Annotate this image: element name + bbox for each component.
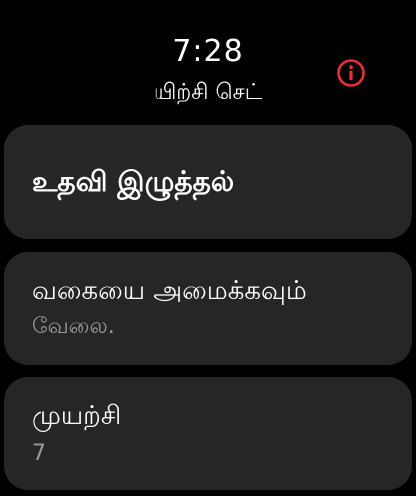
attempt-label: முயற்சி xyxy=(32,401,122,431)
help-pull-label: உதவி இழுத்தல் xyxy=(32,165,235,198)
page-title-text: யிற்சி செட் xyxy=(153,80,263,105)
set-type-value: வேலை. xyxy=(32,314,115,339)
title-fade xyxy=(143,80,162,108)
set-type-item[interactable]: வகையை அமைக்கவும் வேலை. xyxy=(4,252,412,365)
help-pull-button[interactable]: உதவி இழுத்தல் xyxy=(4,125,412,239)
watch-screen: 7:28 யிற்சி செட் உதவி இழுத்தல் வகையை அமை… xyxy=(0,0,416,496)
set-type-label: வகையை அமைக்கவும் xyxy=(32,276,307,306)
attempt-value: 7 xyxy=(32,441,46,466)
info-icon[interactable] xyxy=(336,58,366,88)
attempt-item[interactable]: முயற்சி 7 xyxy=(4,377,412,490)
